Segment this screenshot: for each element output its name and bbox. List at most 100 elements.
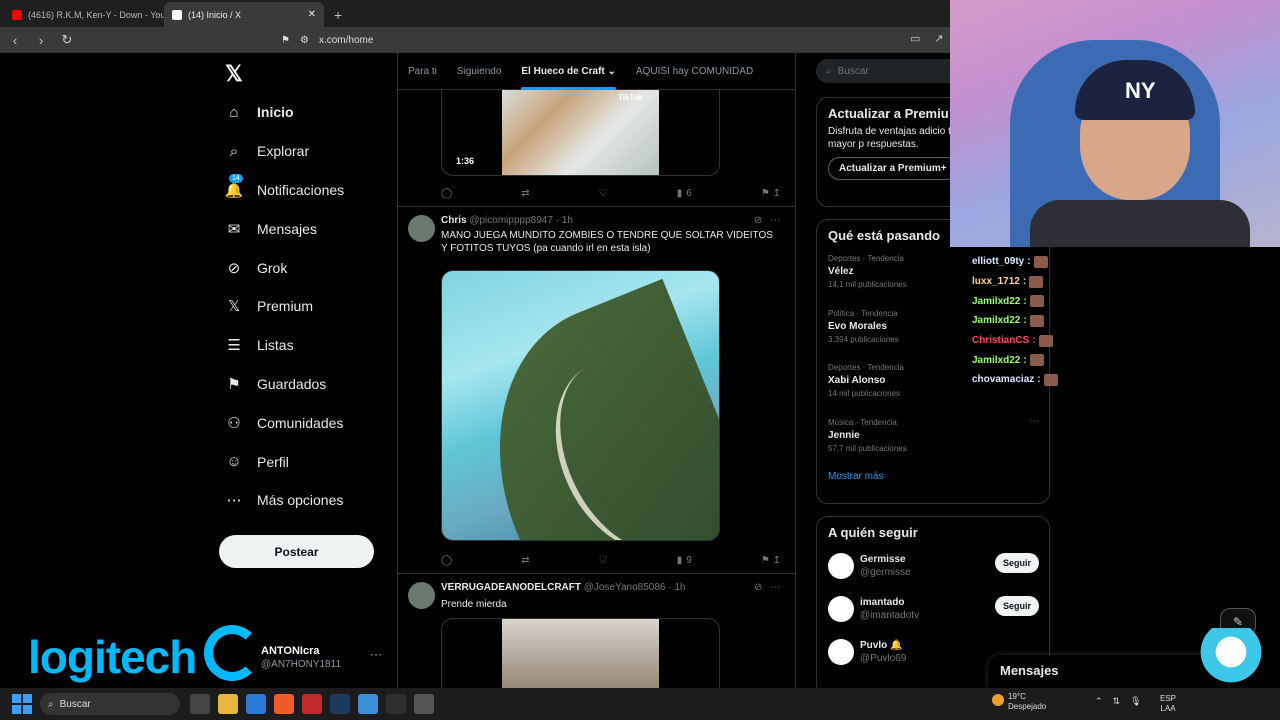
steam-icon[interactable] [330, 694, 350, 714]
bookmark-icon[interactable]: ⚑ ↥ [761, 185, 781, 201]
nav-label: Guardados [257, 375, 327, 392]
tab-para-ti[interactable]: Para ti [398, 53, 447, 90]
emote-icon [1043, 373, 1058, 386]
chevron-down-icon[interactable]: ⌄ [608, 66, 616, 77]
grok-icon[interactable]: ⊘ [754, 582, 762, 593]
share-icon[interactable]: ↗ [934, 32, 943, 45]
nav-item-explorar[interactable]: ⌕ Explorar [225, 132, 344, 171]
nav-label: Grok [257, 259, 288, 276]
views-icon[interactable]: ▮ 9 [677, 552, 692, 568]
premium-button[interactable]: Actualizar a Premium+ [828, 157, 958, 180]
avatar[interactable] [408, 215, 435, 242]
cast-icon[interactable]: ▭ [910, 32, 920, 45]
settings-icon[interactable] [414, 694, 434, 714]
post-button[interactable]: Postear [219, 535, 374, 568]
browser-tab-x[interactable]: (14) Inicio / X ✕ [164, 2, 324, 27]
nav-item-comunidades[interactable]: ⚇ Comunidades [225, 403, 344, 442]
tab-el-hueco-de-craft[interactable]: El Hueco de Craft ⌄ [511, 53, 626, 90]
avatar[interactable] [828, 638, 854, 665]
nav-item-perfil[interactable]: ☺ Perfil [225, 442, 344, 481]
notepad-icon[interactable] [358, 694, 378, 714]
nav-label: Comunidades [257, 414, 344, 431]
x-logo[interactable]: 𝕏 [225, 61, 243, 87]
taskbar-search[interactable]: ⌕ Buscar [40, 693, 180, 715]
grok-icon[interactable]: ⊘ [754, 215, 762, 226]
more-icon[interactable]: ⋯ [1029, 416, 1039, 427]
tweet-author[interactable]: VERRUGADEANODELCRAFT [441, 582, 581, 593]
bookmark-icon: ⚑ [227, 375, 241, 393]
trend-item[interactable]: Música · Tendencia Jennie 57,7 mil publi… [817, 411, 1049, 466]
tweet-handle[interactable]: @picomipppp8947 · 1h [469, 215, 573, 226]
bookmark-star-icon[interactable]: ⚑ [281, 35, 290, 46]
follow-button[interactable]: Seguir [994, 596, 1039, 616]
tweet-header: Chris @picomipppp8947 · 1h [441, 215, 573, 226]
tweet-video[interactable] [441, 618, 720, 688]
trend-title: Jennie [828, 429, 860, 441]
like-icon[interactable]: ♡ [599, 185, 608, 201]
microphone-icon[interactable]: 🎙 [1130, 696, 1141, 707]
nav-item-mensajes[interactable]: ✉ Mensajes [225, 209, 344, 248]
browser-tab-youtube[interactable]: (4616) R.K.M, Ken-Y - Down - YouTub [4, 2, 164, 27]
notification-badge: 14 [229, 173, 243, 183]
like-icon[interactable]: ♡ [599, 552, 608, 568]
left-sidebar: 𝕏 ⌂ Inicio ⌕ Explorar 🔔 14 Notificaciones ✉ M… [215, 53, 395, 688]
taskbar: ⌕ Buscar 19°C Despejado ⌃ ⇅ 🎙 ESP LAA [0, 688, 1280, 720]
nav-item-notificaciones[interactable]: 🔔 14 Notificaciones [225, 171, 344, 210]
person-icon: ☺ [226, 453, 242, 471]
reply-icon[interactable]: ◯ [441, 185, 452, 201]
weather-widget[interactable]: 19°C Despejado [992, 692, 1046, 712]
tab-aquisi-comunidad[interactable]: AQUISI hay COMUNIDAD [626, 53, 763, 90]
nav-item-grok[interactable]: ⊘ Grok [225, 248, 344, 287]
task-view-icon[interactable] [190, 694, 210, 714]
store-icon[interactable] [246, 694, 266, 714]
back-icon[interactable]: ‹ [8, 33, 22, 48]
show-more-link[interactable]: Mostrar más [817, 465, 1049, 494]
tweet-handle[interactable]: @JoseYano85086 · 1h [584, 582, 686, 593]
chat-line: chovamaciaz: [972, 370, 1112, 390]
network-icon[interactable]: ⇅ [1113, 696, 1121, 707]
nav-item-guardados[interactable]: ⚑ Guardados [225, 365, 344, 404]
retweet-icon[interactable]: ⇄ [521, 185, 529, 201]
nav-label: Perfil [257, 453, 289, 470]
file-explorer-icon[interactable] [218, 694, 238, 714]
trend-count: 14 mil publicaciones [828, 389, 901, 398]
follow-suggestion[interactable]: imantado @imantadotv Seguir [817, 587, 1049, 630]
reload-icon[interactable]: ↻ [60, 32, 74, 48]
avatar[interactable] [828, 595, 854, 622]
avatar[interactable] [828, 552, 854, 579]
nav-item-inicio[interactable]: ⌂ Inicio [225, 93, 344, 132]
forward-icon[interactable]: › [34, 33, 48, 48]
brave-icon[interactable] [274, 694, 294, 714]
nav-item-mas-opciones[interactable]: ⋯ Más opciones [225, 481, 344, 520]
chat-line: Jamilxd22: [972, 291, 1112, 311]
bookmark-icon[interactable]: ⚑ ↥ [761, 552, 781, 568]
tweet-author[interactable]: Chris [441, 215, 467, 226]
tweet-video[interactable]: TikTok 1:36 [441, 90, 720, 176]
follow-button[interactable]: Seguir [994, 553, 1039, 573]
nav-item-premium[interactable]: 𝕏 Premium [225, 287, 344, 326]
more-icon[interactable]: ··· [370, 647, 382, 661]
webcam-overlay: NY [950, 0, 1280, 247]
more-icon[interactable]: ⋯ [770, 582, 780, 593]
language-indicator[interactable]: ESP LAA [1160, 694, 1176, 714]
avatar[interactable] [408, 582, 435, 609]
url-field[interactable]: ⚑ ⚙ x.com/home [281, 35, 373, 46]
obs-icon[interactable] [386, 694, 406, 714]
retweet-icon[interactable]: ⇄ [521, 552, 529, 568]
weather-temp: 19°C [1008, 692, 1026, 701]
app-icon[interactable] [302, 694, 322, 714]
reply-icon[interactable]: ◯ [441, 552, 452, 568]
windows-start-icon[interactable] [12, 694, 32, 714]
views-icon[interactable]: ▮ 6 [677, 185, 692, 201]
close-tab-icon[interactable]: ✕ [308, 9, 316, 20]
messages-drawer[interactable]: Mensajes [988, 655, 1228, 688]
chevron-up-icon[interactable]: ⌃ [1095, 696, 1103, 707]
logitech-g-logo [204, 625, 260, 681]
nav-item-listas[interactable]: ☰ Listas [225, 326, 344, 365]
new-tab-button[interactable]: + [324, 2, 352, 27]
tweet-image[interactable] [441, 270, 720, 541]
tab-siguiendo[interactable]: Siguiendo [447, 53, 511, 90]
site-info-icon[interactable]: ⚙ [300, 35, 309, 46]
more-icon[interactable]: ⋯ [770, 215, 780, 226]
follow-suggestion[interactable]: Germisse @germisse Seguir [817, 544, 1049, 587]
